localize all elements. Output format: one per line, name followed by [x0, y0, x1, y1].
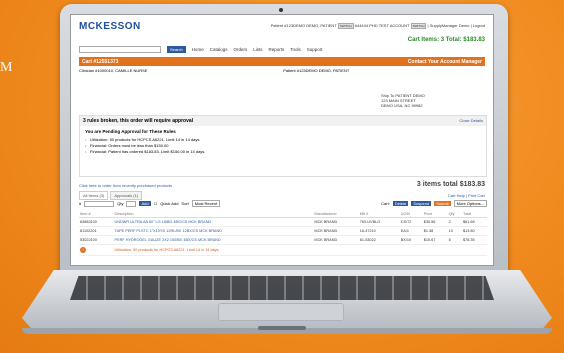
price: $1.38: [422, 226, 448, 236]
pending-approval-text: You are Pending Approval for These Rules: [85, 129, 176, 134]
item-number-input[interactable]: [84, 200, 115, 207]
qty-input[interactable]: [126, 200, 137, 207]
mfr-number: 16-47210: [358, 226, 400, 236]
uom: CS/72: [399, 217, 423, 227]
price: $15.67: [422, 235, 448, 245]
price: $30.56: [422, 217, 448, 227]
patient-link[interactable]: Patient #123DEMO DEMO, PATIENT: [271, 23, 337, 28]
line-total: $13.80: [462, 226, 487, 236]
more-options-select[interactable]: More Options...: [453, 200, 487, 207]
patient-info[interactable]: Patient #123DEMO DEMO, PATIENT: [283, 68, 349, 73]
cart-items-summary[interactable]: Cart Items: 3 Total: $183.83: [408, 37, 485, 43]
rules-heading-text: 3 rules broken, this order will require …: [83, 118, 194, 124]
rules-list: Utilization: 50 products for HCPCS A6221…: [85, 137, 481, 155]
tab-all-items[interactable]: All Items (3): [79, 191, 109, 200]
rules-heading: 3 rules broken, this order will require …: [80, 116, 486, 126]
uom: BX/10: [399, 235, 423, 245]
item-description-link[interactable]: UNDWR ULTRA AA 60" LG 18/BG 4BG/CS MCK B…: [113, 217, 314, 227]
ship-to-city: DEMO USA, NC 99982: [381, 103, 423, 108]
contact-account-manager-link[interactable]: Contact Your Account Manager: [408, 59, 482, 65]
nav-support[interactable]: Support: [307, 47, 323, 52]
user-links[interactable]: | SupplyManager Demo | Logout: [428, 23, 485, 28]
item-description-link[interactable]: TAPE PERF PLSTC 1"X10YD 12RL/BX 12BX/CS …: [113, 226, 314, 236]
cart-items-table: Item # Description Manufacturer Mfr # UO…: [79, 211, 487, 256]
print-cart-link[interactable]: Print Cart: [468, 193, 485, 198]
uom: EA/1: [399, 226, 423, 236]
switch-patient-button[interactable]: SWITCH: [337, 23, 354, 29]
sort-label: Sort: [181, 201, 189, 206]
table-row: 81102201 TAPE PERF PLSTC 1"X10YD 12RL/BX…: [79, 226, 487, 236]
manufacturer: MCK BRAND: [313, 235, 359, 245]
table-row: 83883100 UNDWR ULTRA AA 60" LG 18/BG 4BG…: [79, 217, 487, 227]
cart-toolbar: # Qty Add ☐ Quick Add Sort Most Recent C…: [79, 200, 487, 207]
qty-field[interactable]: 2: [447, 217, 463, 227]
trackpad: [218, 303, 344, 321]
cart-title: Cart #12551373: [82, 58, 119, 65]
manufacturer: MCK BRAND: [313, 217, 359, 227]
table-row-warning: ! Utilization: 50 products for HCPCS A62…: [79, 244, 487, 256]
clinician-info[interactable]: Clinician #1000010, CAMILLE NURSE: [79, 68, 147, 73]
search-input[interactable]: [79, 46, 161, 53]
account-info: Patient #123DEMO DEMO, PATIENT SWITCH #4…: [271, 23, 485, 29]
line-total: $61.68: [462, 217, 487, 227]
line-total: $78.35: [462, 235, 487, 245]
add-button[interactable]: Add: [139, 201, 151, 206]
qty-label: Qty: [117, 201, 124, 206]
quick-add-label: Quick Add: [160, 201, 179, 206]
table-row: 53022100 PERF HYDROGEL GAUZE 2X2 100/BX …: [79, 235, 487, 245]
cart-total: 3 items total $183.83: [416, 181, 485, 188]
recent-products-link[interactable]: Click here to order from recently purcha…: [79, 183, 172, 188]
switch-account-button[interactable]: SWITCH: [410, 23, 427, 29]
tab-approvals[interactable]: Approvals (1): [110, 191, 143, 200]
manufacturer: MCK BRAND: [313, 226, 359, 236]
item-number: 83883100: [79, 217, 114, 227]
keyboard: [70, 276, 494, 300]
rule-item: Financial: Patient has ordered $183.83. …: [85, 149, 481, 155]
delete-button[interactable]: Delete: [392, 201, 409, 206]
ship-to-address: Ship To PATIENT DEMO 123 MAIN STREET DEM…: [381, 93, 425, 108]
cart-header: Cart #12551373 Contact Your Account Mana…: [79, 57, 485, 66]
edge-text: M: [0, 60, 14, 75]
mckesson-logo[interactable]: MCKESSON: [79, 21, 141, 32]
utilization-warning: Utilization: 50 products for HCPCS A6221…: [113, 244, 487, 256]
qty-field[interactable]: 5: [447, 235, 463, 245]
nav-home[interactable]: Home: [192, 47, 204, 52]
item-number-label: #: [79, 201, 82, 206]
webcam: [279, 8, 283, 12]
warning-icon: !: [80, 247, 86, 253]
top-bar: MCKESSON Patient #123DEMO DEMO, PATIENT …: [71, 15, 493, 32]
close-details-link[interactable]: Close Details: [459, 118, 483, 124]
item-tabs: All Items (3) Approvals (1): [79, 191, 143, 200]
nav-tools[interactable]: Tools: [290, 47, 301, 52]
rules-panel: 3 rules broken, this order will require …: [79, 115, 487, 177]
search-button[interactable]: Search: [167, 46, 186, 53]
sort-select[interactable]: Most Recent: [191, 200, 221, 207]
mfr-number: 763-UVBLG: [358, 217, 400, 227]
cart-actions-label: Cart:: [381, 201, 390, 206]
qty-field[interactable]: 10: [447, 226, 463, 236]
quick-add-checkbox[interactable]: ☐: [154, 201, 158, 206]
nav-orders[interactable]: Orders: [233, 47, 247, 52]
laptop-screen: MCKESSON Patient #123DEMO DEMO, PATIENT …: [70, 14, 494, 266]
cart-help-link[interactable]: Cart Help: [448, 193, 465, 198]
laptop-notch: [258, 326, 306, 330]
cart-links: Cart Help | Print Cart: [447, 193, 485, 198]
mfr-number: 61-53022: [358, 235, 400, 245]
cart-subheader: Clinician #1000010, CAMILLE NURSE Patien…: [79, 68, 485, 73]
rules-body: You are Pending Approval for These Rules…: [80, 126, 486, 158]
nav-lists[interactable]: Lists: [253, 47, 262, 52]
nav-reports[interactable]: Reports: [269, 47, 285, 52]
nav-catalogs[interactable]: Catalogs: [210, 47, 228, 52]
item-number: 53022100: [79, 235, 114, 245]
item-description-link[interactable]: PERF HYDROGEL GAUZE 2X2 100/BX 4BX/CS MC…: [113, 235, 314, 245]
suspend-button[interactable]: Suspend: [411, 201, 432, 206]
account-link[interactable]: #44444 PHD TEST ACCOUNT: [355, 23, 410, 28]
main-nav: Search Home Catalogs Orders Lists Report…: [79, 46, 485, 53]
item-number: 81102201: [79, 226, 114, 236]
submit-button[interactable]: Submit: [434, 201, 451, 206]
